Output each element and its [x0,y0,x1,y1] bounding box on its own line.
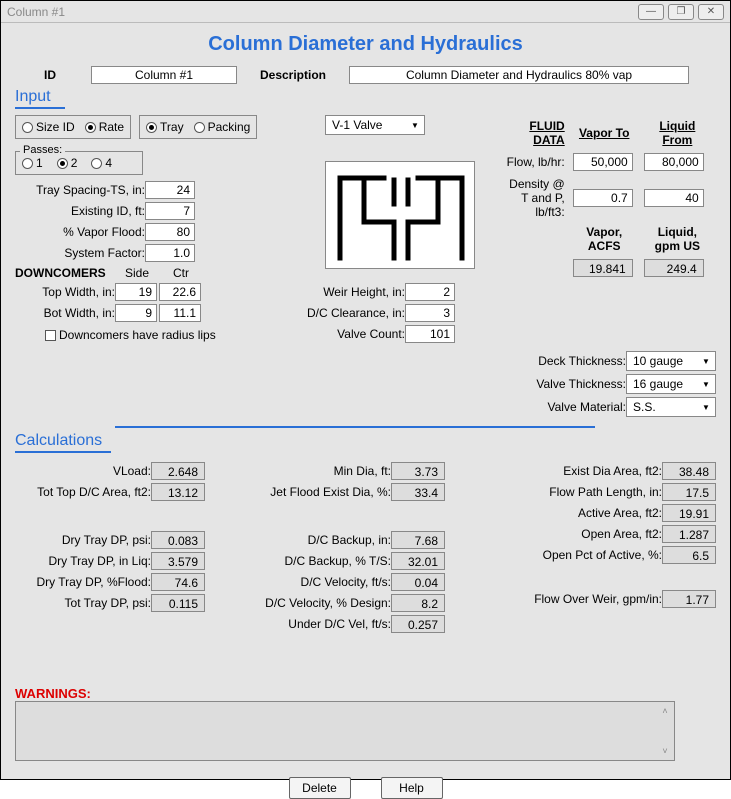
passes-group: Passes: 1 2 4 [15,151,143,175]
open-area-display: 1.287 [662,525,716,543]
fluid-data-table: FLUID DATA Vapor To Liquid From Flow, lb… [495,115,716,281]
vapor-flood-input[interactable] [145,223,195,241]
radio-size-id[interactable]: Size ID [22,120,75,134]
vapor-acfs-display: 19.841 [573,259,633,277]
scroll-down-icon[interactable]: ˅ [658,744,672,758]
bot-width-side-input[interactable] [115,304,157,322]
input-section-header: Input [15,88,65,109]
bot-width-ctr-input[interactable] [159,304,201,322]
system-factor-input[interactable] [145,244,195,262]
close-button[interactable]: ✕ [698,4,724,20]
density-vapor-input[interactable] [573,189,633,207]
chevron-down-icon: ▼ [408,118,422,132]
flow-vapor-input[interactable] [573,153,633,171]
radio-passes-2[interactable]: 2 [57,156,78,170]
mode-group: Size ID Rate [15,115,131,139]
dry-tray-dp-flood-display: 74.6 [151,573,205,591]
weir-height-input[interactable] [405,283,455,301]
chevron-down-icon: ▼ [699,400,713,414]
exist-dia-area-display: 38.48 [662,462,716,480]
under-dc-vel-display: 0.257 [391,615,445,633]
delete-button[interactable]: Delete [289,777,351,799]
maximize-button[interactable]: ❐ [668,4,694,20]
minimize-button[interactable]: — [638,4,664,20]
dry-tray-dp-psi-display: 0.083 [151,531,205,549]
radio-tray[interactable]: Tray [146,120,184,134]
window-title: Column #1 [7,5,65,19]
radio-rate[interactable]: Rate [85,120,124,134]
help-button[interactable]: Help [381,777,443,799]
valve-material-dropdown[interactable]: S.S.▼ [626,397,716,417]
dc-clearance-input[interactable] [405,304,455,322]
dry-tray-dp-liq-display: 3.579 [151,552,205,570]
tray-type-dropdown[interactable]: V-1 Valve ▼ [325,115,425,135]
valve-count-input[interactable] [405,325,455,343]
active-area-display: 19.91 [662,504,716,522]
app-window: Column #1 — ❐ ✕ Column Diameter and Hydr… [0,0,731,780]
vload-display: 2.648 [151,462,205,480]
open-pct-active-display: 6.5 [662,546,716,564]
warnings-label: WARNINGS: [15,686,716,701]
liquid-gpm-display: 249.4 [644,259,704,277]
deck-thickness-dropdown[interactable]: 10 gauge▼ [626,351,716,371]
dc-backup-pct-display: 32.01 [391,552,445,570]
tot-tray-dp-display: 0.115 [151,594,205,612]
type-group: Tray Packing [139,115,257,139]
calc-section-header: Calculations [15,432,111,453]
chevron-down-icon: ▼ [699,354,713,368]
radius-lips-checkbox[interactable]: Downcomers have radius lips [45,328,216,342]
chevron-down-icon: ▼ [699,377,713,391]
downcomers-title: DOWNCOMERS [15,266,115,280]
flow-liquid-input[interactable] [644,153,704,171]
radio-passes-1[interactable]: 1 [22,156,43,170]
existing-id-input[interactable] [145,202,195,220]
top-width-side-input[interactable] [115,283,157,301]
tray-diagram [325,161,475,269]
dc-backup-in-display: 7.68 [391,531,445,549]
page-title: Column Diameter and Hydraulics [1,33,730,56]
tot-top-dc-display: 13.12 [151,483,205,501]
titlebar: Column #1 — ❐ ✕ [1,1,730,23]
min-dia-display: 3.73 [391,462,445,480]
radio-passes-4[interactable]: 4 [91,156,112,170]
warnings-box[interactable]: ˄ ˅ [15,701,675,761]
jet-flood-display: 33.4 [391,483,445,501]
radio-packing[interactable]: Packing [194,120,251,134]
id-field[interactable] [91,66,237,84]
dc-velocity-display: 0.04 [391,573,445,591]
flow-over-weir-display: 1.77 [662,590,716,608]
tray-spacing-input[interactable] [145,181,195,199]
description-label: Description [243,68,343,82]
valve-thickness-dropdown[interactable]: 16 gauge▼ [626,374,716,394]
density-liquid-input[interactable] [644,189,704,207]
dc-vel-design-display: 8.2 [391,594,445,612]
id-label: ID [15,68,85,82]
description-field[interactable] [349,66,689,84]
scroll-up-icon[interactable]: ˄ [658,704,672,718]
flow-path-len-display: 17.5 [662,483,716,501]
top-width-ctr-input[interactable] [159,283,201,301]
